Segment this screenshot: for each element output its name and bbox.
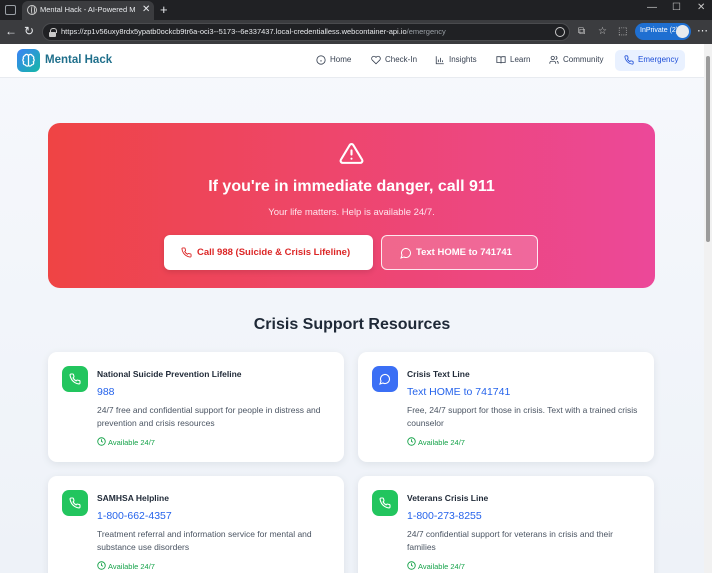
users-icon [549, 55, 559, 64]
clock-icon [97, 437, 106, 446]
tab-title: Mental Hack - AI-Powered Mental [40, 5, 135, 14]
favorites-icon[interactable]: ☆ [598, 26, 607, 37]
resource-name: National Suicide Prevention Lifeline [97, 369, 242, 379]
extensions-icon[interactable]: ⬚ [618, 26, 627, 37]
heart-icon [371, 55, 381, 65]
warning-triangle-icon [339, 143, 364, 164]
info-circle-icon [316, 55, 326, 65]
book-icon [496, 56, 506, 64]
resource-description: 24/7 confidential support for veterans i… [407, 529, 614, 552]
minimize-icon[interactable]: — [647, 2, 657, 13]
resource-card[interactable]: SAMHSA Helpline 1-800-662-4357 Treatment… [48, 476, 344, 573]
resource-description: Free, 24/7 support for those in crisis. … [407, 405, 638, 428]
phone-icon-badge [372, 490, 398, 516]
window-menu-icon[interactable] [5, 5, 16, 15]
resource-name: SAMHSA Helpline [97, 493, 169, 503]
call-988-button[interactable]: Call 988 (Suicide & Crisis Lifeline) [164, 235, 373, 270]
app-header: Mental Hack Home Check-In Insights Learn… [0, 44, 704, 78]
back-icon[interactable]: ← [5, 24, 17, 38]
banner-title: If you're in immediate danger, call 911 [208, 178, 495, 195]
lock-icon [49, 28, 57, 37]
nav-insights[interactable]: Insights [435, 50, 480, 71]
phone-icon [69, 497, 81, 509]
resource-card[interactable]: Crisis Text Line Text HOME to 741741 Fre… [358, 352, 654, 462]
nav-community[interactable]: Community [549, 50, 607, 71]
nav-learn[interactable]: Learn [496, 50, 532, 71]
phone-icon-badge [62, 366, 88, 392]
emergency-banner: If you're in immediate danger, call 911 … [48, 123, 655, 288]
nav-emergency[interactable]: Emergency [615, 50, 685, 71]
nav-home[interactable]: Home [316, 50, 356, 71]
browser-tabstrip: Mental Hack - AI-Powered Mental ✕ + — ☐ … [0, 0, 712, 20]
resource-card[interactable]: National Suicide Prevention Lifeline 988… [48, 352, 344, 462]
nav-check-in[interactable]: Check-In [371, 50, 421, 71]
clock-icon [407, 561, 416, 570]
browser-toolbar: ← ↻ https://zp1v56uxy8rdx5ypatb0ockcb9tr… [0, 20, 712, 44]
resource-contact-link[interactable]: 1-800-273-8255 [407, 510, 482, 522]
message-icon [400, 248, 411, 259]
clock-icon [407, 437, 416, 446]
new-tab-icon[interactable]: + [160, 2, 168, 17]
browser-tab[interactable]: Mental Hack - AI-Powered Mental ✕ [22, 1, 154, 20]
message-icon-badge [372, 366, 398, 392]
resource-description: Treatment referral and information servi… [97, 529, 312, 552]
page-scrollbar[interactable] [704, 44, 712, 573]
bar-chart-icon [435, 56, 444, 65]
resource-contact-link[interactable]: 1-800-662-4357 [97, 510, 172, 522]
brain-logo-icon[interactable] [17, 49, 40, 72]
resource-name: Veterans Crisis Line [407, 493, 489, 503]
scrollbar-thumb[interactable] [706, 56, 710, 242]
address-bar[interactable]: https://zp1v56uxy8rdx5ypatb0ockcb9tr6a-o… [42, 23, 570, 41]
message-icon [379, 374, 390, 385]
text-home-button[interactable]: Text HOME to 741741 [381, 235, 538, 270]
more-options-icon[interactable]: ⋯ [697, 24, 708, 37]
clock-icon [97, 561, 106, 570]
resource-name: Crisis Text Line [407, 369, 470, 379]
profile-avatar [676, 25, 689, 38]
refresh-icon[interactable]: ↻ [24, 24, 34, 38]
phone-icon [69, 373, 81, 385]
split-screen-icon[interactable]: ⧉ [578, 26, 585, 37]
phone-icon [624, 55, 634, 65]
resource-description: 24/7 free and confidential support for p… [97, 405, 321, 428]
resources-heading: Crisis Support Resources [253, 316, 451, 333]
resource-card[interactable]: Veterans Crisis Line 1-800-273-8255 24/7… [358, 476, 654, 573]
maximize-icon[interactable]: ☐ [672, 2, 681, 13]
tab-close-icon[interactable]: ✕ [142, 4, 150, 15]
site-info-icon[interactable] [555, 27, 565, 37]
resource-contact-link[interactable]: 988 [97, 386, 115, 398]
phone-icon [181, 247, 192, 258]
resource-contact-link[interactable]: Text HOME to 741741 [407, 386, 510, 398]
brand-name[interactable]: Mental Hack [45, 54, 112, 66]
globe-icon [27, 5, 37, 15]
phone-icon-badge [62, 490, 88, 516]
inprivate-badge[interactable]: InPrivate (2) [635, 23, 691, 40]
window-close-icon[interactable]: ✕ [697, 2, 705, 13]
page-viewport: Mental Hack Home Check-In Insights Learn… [0, 44, 712, 573]
url-text: https://zp1v56uxy8rdx5ypatb0ockcb9tr6a-o… [61, 27, 446, 36]
phone-icon [379, 497, 391, 509]
banner-subtitle: Your life matters. Help is available 24/… [268, 207, 435, 218]
